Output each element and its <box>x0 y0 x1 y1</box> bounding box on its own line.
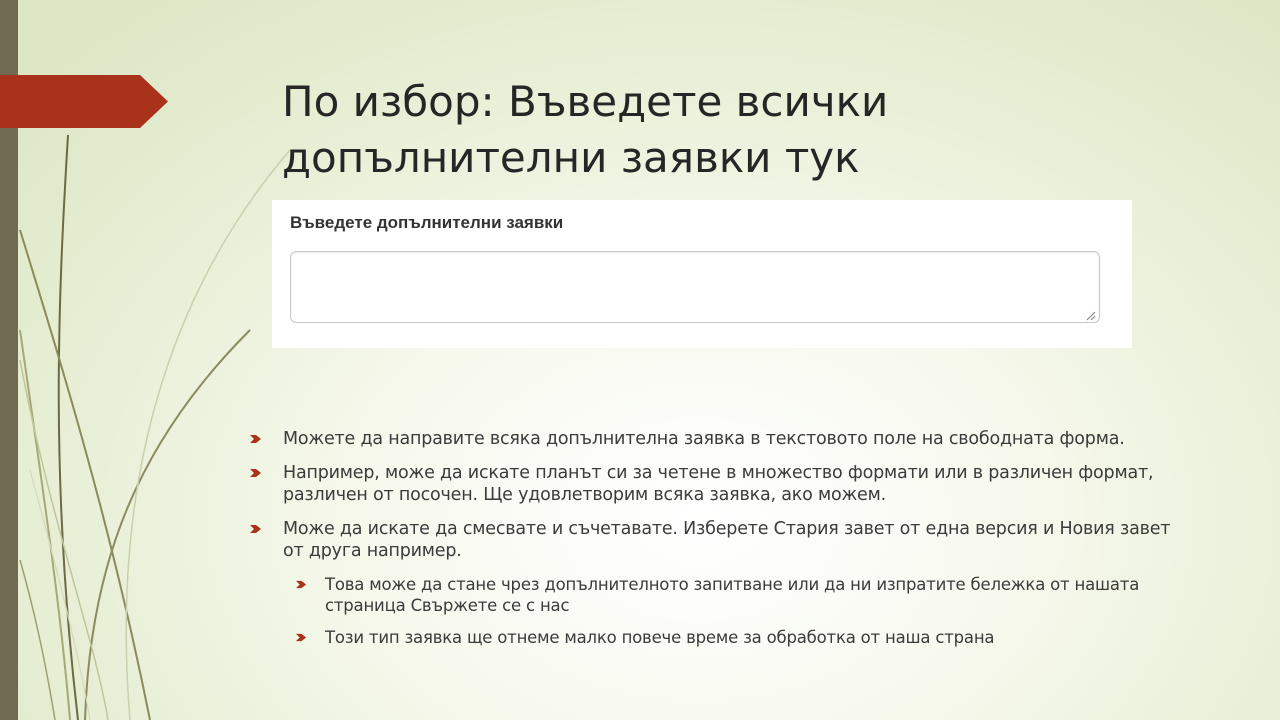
bullet-item: Например, може да искате планът си за че… <box>248 462 1178 506</box>
slide-title: По избор: Въведете всички допълнителни з… <box>282 74 1182 186</box>
arrow-bullet-icon <box>296 580 307 589</box>
bullet-text: Този тип заявка ще отнеме малко повече в… <box>325 628 995 647</box>
bullet-text: Можете да направите всяка допълнителна з… <box>283 429 1125 449</box>
bullet-text: Това може да стане чрез допълнителното з… <box>325 575 1140 615</box>
arrow-banner-shape <box>0 75 168 128</box>
slide-title-line-2: допълнителни заявки тук <box>282 133 860 182</box>
arrow-bullet-icon <box>250 525 261 533</box>
bullet-item: Може да искате да смесвате и съчетавате.… <box>248 518 1178 562</box>
sub-bullet-item: Този тип заявка ще отнеме малко повече в… <box>248 627 1178 648</box>
sub-bullet-item: Това може да стане чрез допълнителното з… <box>248 574 1178 616</box>
bullet-text: Може да искате да смесвате и съчетавате.… <box>283 519 1171 561</box>
additional-requests-textarea[interactable] <box>290 251 1100 323</box>
slide-title-line-1: По избор: Въведете всички <box>282 77 889 126</box>
arrow-bullet-icon <box>250 469 261 477</box>
additional-requests-form-screenshot: Въведете допълнителни заявки <box>272 200 1132 348</box>
resize-handle-icon[interactable] <box>1084 309 1096 321</box>
bullet-text: Например, може да искате планът си за че… <box>283 463 1154 505</box>
additional-requests-label: Въведете допълнителни заявки <box>290 213 564 232</box>
bullet-item: Можете да направите всяка допълнителна з… <box>248 428 1178 450</box>
arrow-bullet-icon <box>296 633 307 642</box>
bullet-list: Можете да направите всяка допълнителна з… <box>248 428 1178 659</box>
arrow-bullet-icon <box>250 435 261 443</box>
